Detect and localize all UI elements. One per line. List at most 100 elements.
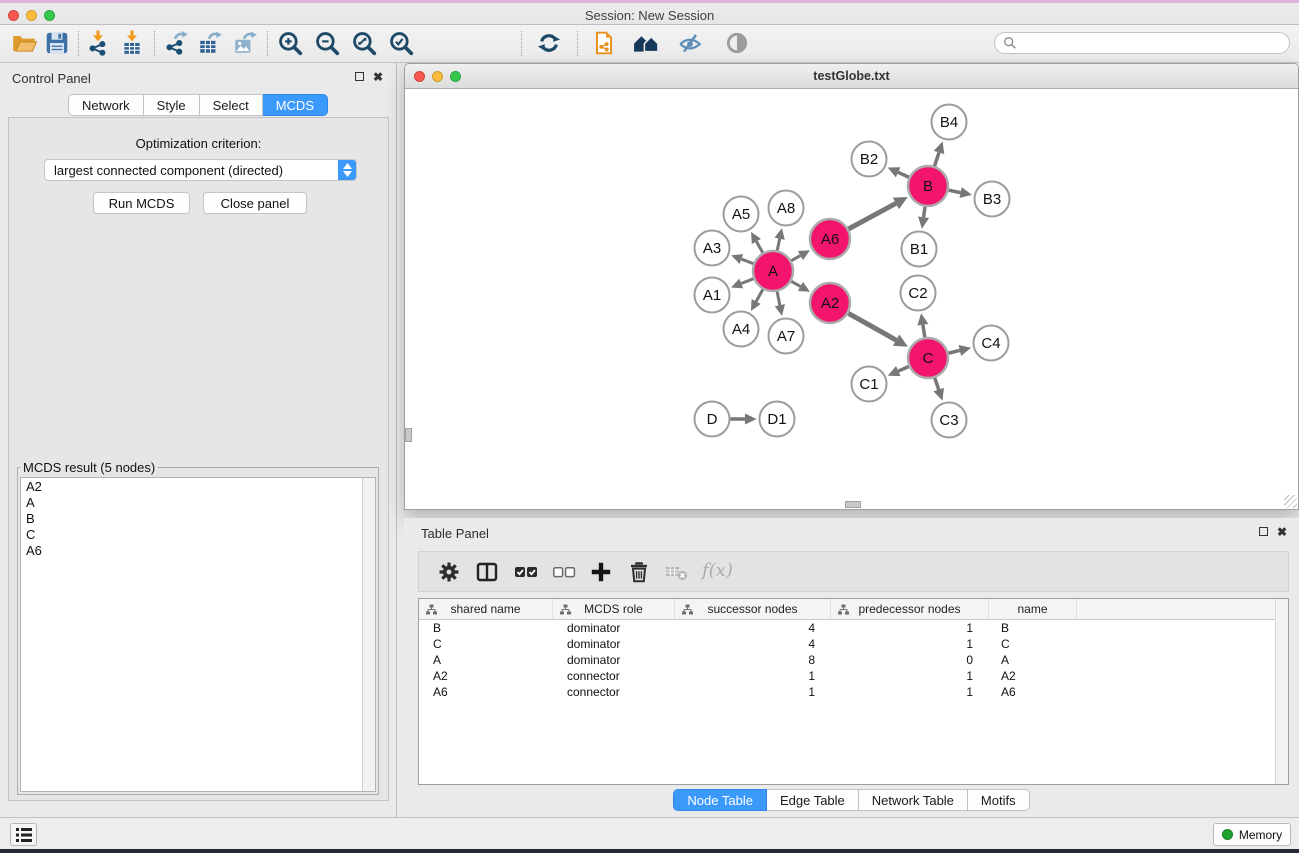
graph-edge-C-C3[interactable] [935,378,939,390]
table-row[interactable]: Adominator80A [419,652,1288,668]
result-list-item[interactable]: B [21,510,375,526]
task-history-button[interactable] [10,823,37,846]
zoom-selected-icon[interactable] [388,30,414,56]
column-header-shared-name[interactable]: shared name [419,599,553,619]
graph-edge-A-A5[interactable] [756,241,762,252]
network-horizontal-scrollbar[interactable] [845,501,861,508]
tab-edge-table[interactable]: Edge Table [767,789,859,811]
memory-button[interactable]: Memory [1213,823,1291,846]
refresh-view-icon[interactable] [536,30,562,56]
home-icon[interactable] [633,30,659,56]
zoom-fit-icon[interactable] [351,30,377,56]
window-resize-grip[interactable] [1284,495,1297,508]
add-column-icon[interactable] [589,560,613,584]
split-columns-icon[interactable] [475,560,499,584]
table-cell: connector [553,685,675,699]
settings-gear-icon[interactable] [437,560,461,584]
float-table-panel-icon[interactable] [1257,527,1269,539]
open-file-icon[interactable] [11,30,37,56]
table-scrollbar[interactable] [1275,599,1288,784]
app-titlebar[interactable]: Session: New Session [0,0,1299,25]
mcds-result-list[interactable]: A2ABCA6 [20,477,376,792]
graph-edge-B-B3[interactable] [949,190,961,192]
import-network-icon[interactable] [85,30,111,56]
graph-edge-C-C1[interactable] [898,366,908,371]
table-row[interactable]: A2connector11A2 [419,668,1288,684]
tab-node-table[interactable]: Node Table [673,789,767,811]
tab-mcds[interactable]: MCDS [263,94,328,116]
close-panel-button[interactable]: Close panel [203,192,307,214]
column-sort-icon [560,604,571,615]
tab-network[interactable]: Network [68,94,144,116]
select-all-checked-icon[interactable] [514,560,538,584]
result-list-item[interactable]: A2 [21,478,375,494]
network-vertical-scrollbar[interactable] [405,428,412,442]
result-list-item[interactable]: C [21,526,375,542]
table-cell: 1 [675,669,831,683]
column-header-name[interactable]: name [989,599,1077,619]
tab-style[interactable]: Style [144,94,200,116]
column-header-predecessor-nodes[interactable]: predecessor nodes [831,599,989,619]
export-network-icon[interactable] [163,30,189,56]
graph-edge-A-A6[interactable] [791,256,800,261]
network-document-icon[interactable] [591,30,617,56]
network-window-titlebar[interactable]: testGlobe.txt [405,64,1298,89]
app-title: Session: New Session [0,8,1299,23]
graph-edge-A-A2[interactable] [791,281,800,286]
column-sort-icon [838,604,849,615]
graph-edge-A6-B[interactable] [848,203,895,229]
graph-edge-A-A4[interactable] [756,289,763,301]
graph-node-label: A7 [777,328,795,345]
graph-edge-C-C2[interactable] [923,325,925,338]
graph-node-label: A4 [732,321,750,338]
graph-node-label: D [707,411,718,428]
graph-edge-arrowhead [917,313,928,325]
column-header-successor-nodes[interactable]: successor nodes [675,599,831,619]
result-list-scrollbar[interactable] [362,478,375,791]
network-canvas[interactable]: B4B2BB3A8A5A6A3B1AA1C2A2A4A7C4CC1C3DD1 [405,90,1298,509]
run-mcds-button[interactable]: Run MCDS [93,192,190,214]
column-header-MCDS-role[interactable]: MCDS role [553,599,675,619]
graph-edge-B-B2[interactable] [898,172,909,177]
tab-motifs[interactable]: Motifs [968,789,1030,811]
zoom-in-icon[interactable] [277,30,303,56]
export-table-icon[interactable] [197,30,223,56]
graph-edge-A-A1[interactable] [741,279,753,284]
graph-edge-A-A3[interactable] [741,259,753,264]
graph-edge-A2-C[interactable] [848,313,896,340]
lens-icon[interactable] [724,30,750,56]
result-list-item[interactable]: A6 [21,542,375,558]
import-table-icon[interactable] [119,30,145,56]
graph-node-label: B1 [910,241,928,258]
graph-edge-B-B1[interactable] [924,207,925,217]
graph-node-label: A3 [703,240,721,257]
table-cell: 1 [831,637,989,651]
close-panel-icon[interactable]: ✖ [372,72,384,84]
tab-select[interactable]: Select [200,94,263,116]
search-box[interactable] [994,32,1290,54]
graph-edge-A-A7[interactable] [777,292,780,306]
table-cell: 0 [831,653,989,667]
criterion-dropdown[interactable]: largest connected component (directed) [44,159,357,181]
table-row[interactable]: Bdominator41B [419,620,1288,636]
graph-edge-C-C4[interactable] [948,350,959,353]
search-input[interactable] [1017,35,1281,51]
table-row[interactable]: Cdominator41C [419,636,1288,652]
graph-edge-A-A8[interactable] [777,239,779,251]
control-panel-header: Control Panel ✖ [0,63,396,91]
table-panel-title: Table Panel [421,526,489,541]
save-session-icon[interactable] [44,30,70,56]
float-panel-icon[interactable] [353,72,365,84]
tab-network-table[interactable]: Network Table [859,789,968,811]
mcds-tab-content: Optimization criterion: largest connecte… [8,117,389,801]
zoom-out-icon[interactable] [314,30,340,56]
graph-edge-B-B4[interactable] [935,152,939,166]
table-row[interactable]: A6connector11A6 [419,684,1288,700]
close-table-panel-icon[interactable]: ✖ [1276,527,1288,539]
export-image-icon[interactable] [232,30,258,56]
deselect-all-icon[interactable] [552,560,576,584]
node-table: shared nameMCDS rolesuccessor nodesprede… [418,598,1289,785]
hide-glasses-icon[interactable] [677,30,703,56]
result-list-item[interactable]: A [21,494,375,510]
delete-column-icon[interactable] [627,560,651,584]
